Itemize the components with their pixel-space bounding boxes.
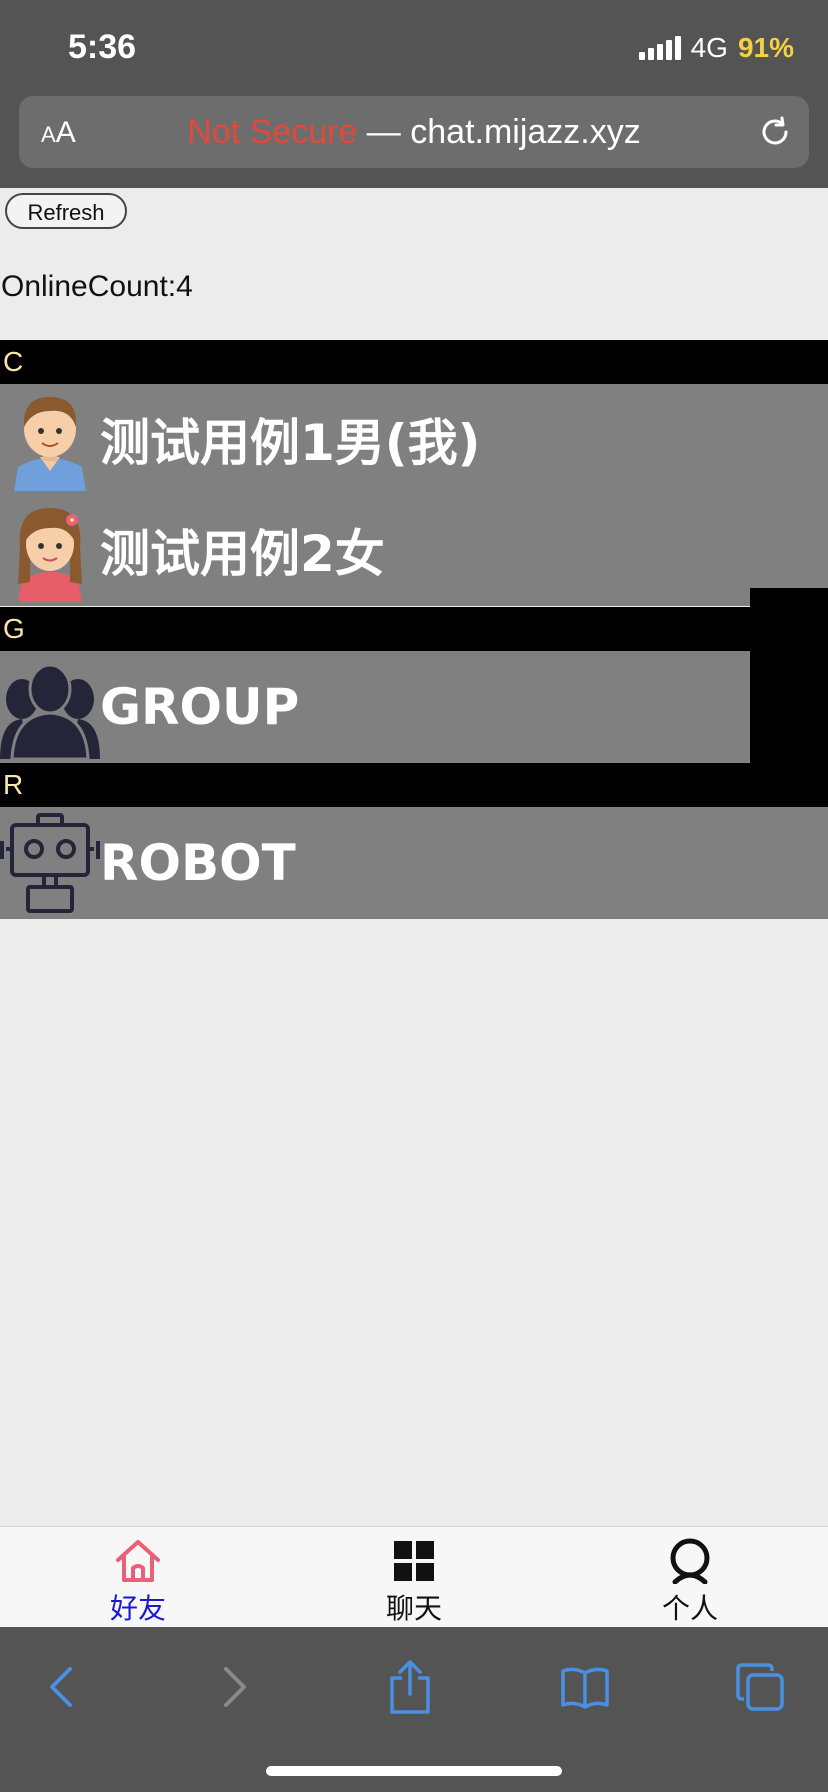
section-header-r: R <box>0 763 828 807</box>
contact-name: 测试用例1男(我) <box>100 414 481 472</box>
app-tab-bar: 好友 聊天 个人 <box>0 1526 828 1627</box>
robot-icon <box>0 808 100 918</box>
reload-icon[interactable] <box>755 112 795 152</box>
url-display[interactable]: Not Secure — chat.mijazz.xyz <box>19 113 809 152</box>
online-count: OnlineCount:4 <box>1 270 193 303</box>
girl-avatar-icon <box>0 495 100 605</box>
back-button[interactable] <box>32 1657 92 1717</box>
tab-chat[interactable]: 聊天 <box>276 1527 552 1627</box>
contact-row[interactable]: ROBOT <box>0 807 828 919</box>
tab-label: 聊天 <box>385 1593 442 1624</box>
share-icon <box>390 1660 430 1714</box>
signal-icon <box>638 36 681 60</box>
section-header-c: C <box>0 340 828 384</box>
book-icon <box>561 1667 609 1709</box>
network-label: 4G <box>690 32 728 63</box>
home-icon <box>113 1537 163 1585</box>
home-indicator[interactable] <box>266 1766 562 1776</box>
status-time: 5:36 <box>68 28 137 66</box>
grid-icon <box>389 1537 439 1585</box>
not-secure-label: Not Secure <box>187 113 358 151</box>
contact-row[interactable]: GROUP <box>0 651 750 763</box>
forward-button[interactable] <box>204 1657 264 1717</box>
bookmarks-button[interactable] <box>555 1657 615 1717</box>
tab-friends[interactable]: 好友 <box>0 1527 276 1627</box>
section-header-g: G <box>0 607 828 651</box>
address-bar[interactable]: AA Not Secure — chat.mijazz.xyz <box>19 96 809 168</box>
status-indicators: 4G 91% <box>638 32 794 64</box>
url-separator: — <box>357 113 411 151</box>
battery-percent: 91% <box>737 32 794 63</box>
contact-row[interactable]: 测试用例2女 <box>0 494 828 606</box>
contact-name: ROBOT <box>100 834 296 892</box>
tab-label: 个人 <box>661 1593 718 1624</box>
contact-name: GROUP <box>100 678 300 736</box>
chevron-right-icon <box>224 1667 246 1707</box>
group-icon <box>0 652 100 762</box>
contact-row[interactable]: 测试用例1男(我) <box>0 384 828 494</box>
boy-avatar-icon <box>0 384 100 494</box>
url-text: chat.mijazz.xyz <box>410 113 641 151</box>
person-icon <box>665 1537 715 1585</box>
tab-profile[interactable]: 个人 <box>552 1527 828 1627</box>
contact-name: 测试用例2女 <box>100 525 385 583</box>
share-button[interactable] <box>380 1657 440 1717</box>
chevron-left-icon <box>50 1667 72 1707</box>
tab-label: 好友 <box>109 1593 166 1624</box>
section-index-bar[interactable] <box>750 588 828 763</box>
tabs-icon <box>736 1663 784 1711</box>
browser-top-chrome: 5:36 4G 91% AA Not Secure — chat.mijazz.… <box>0 0 828 188</box>
refresh-button[interactable]: Refresh <box>5 193 127 229</box>
tabs-button[interactable] <box>730 1657 790 1717</box>
